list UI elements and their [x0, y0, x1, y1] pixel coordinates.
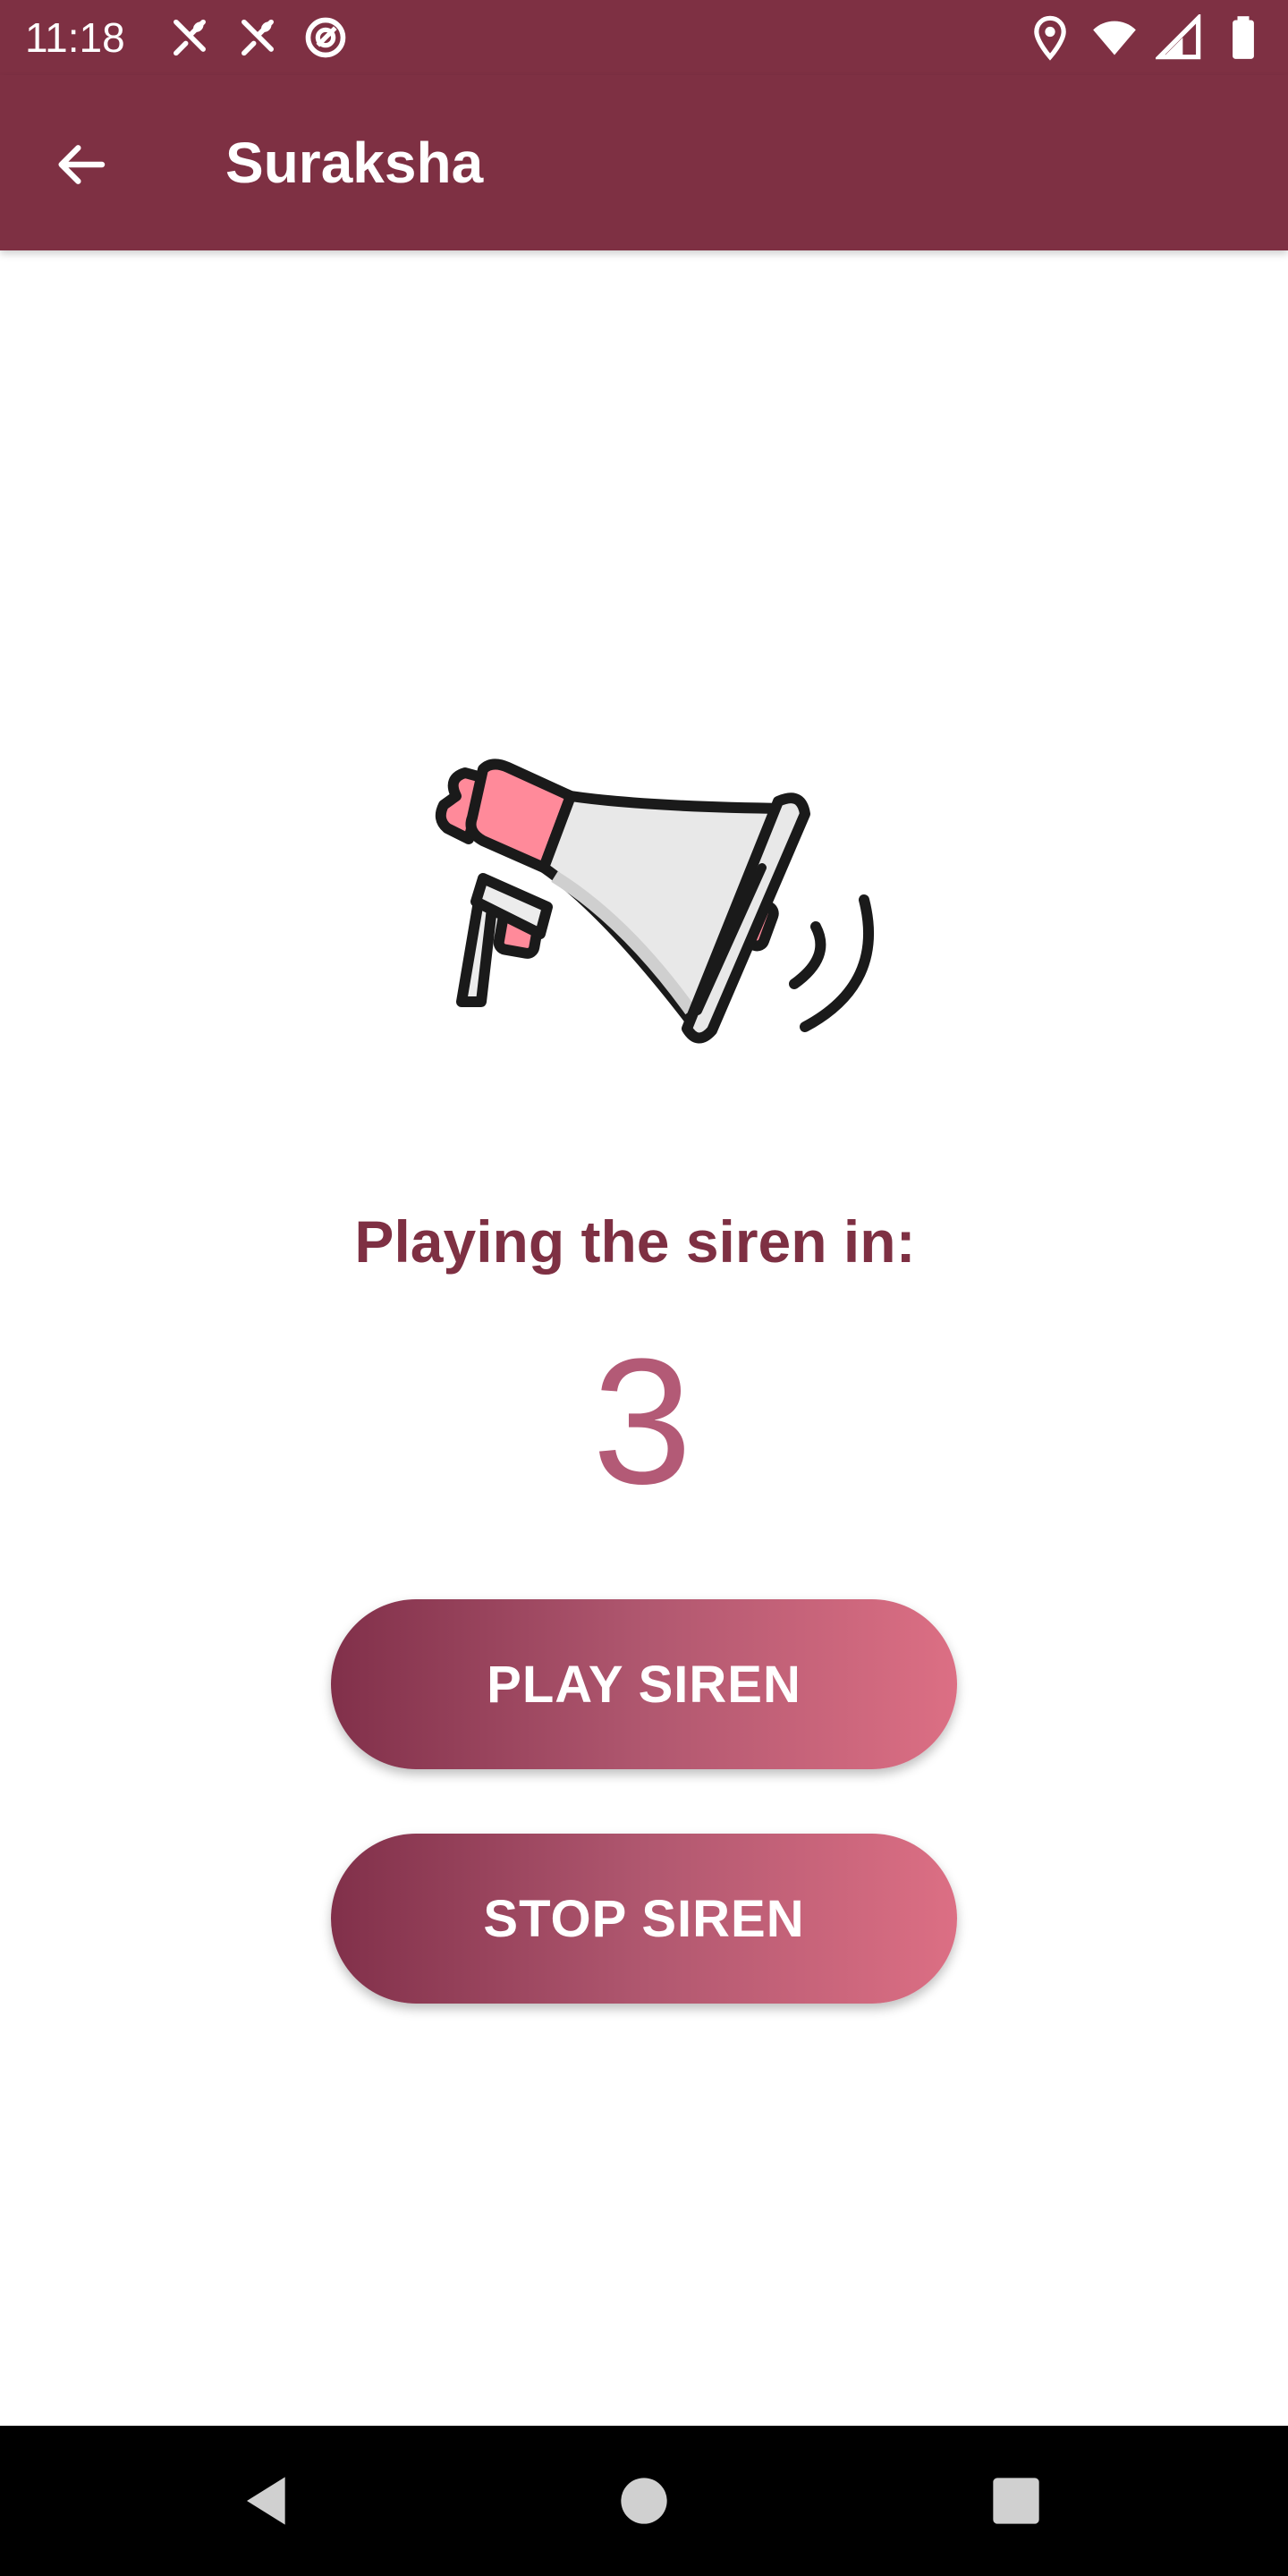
status-system-icons	[1027, 14, 1267, 61]
countdown-label: Playing the siren in:	[354, 1208, 916, 1275]
triangle-back-icon	[247, 2477, 285, 2525]
no-disturb-icon	[305, 17, 346, 58]
status-notification-icons	[166, 14, 349, 61]
restaurant-icon	[174, 19, 206, 56]
stop-siren-button[interactable]: STOP SIREN	[331, 1834, 957, 2004]
wifi-icon	[1093, 21, 1136, 55]
nav-home-button[interactable]	[608, 2465, 680, 2537]
page-title: Suraksha	[225, 131, 484, 195]
back-button[interactable]	[45, 129, 116, 200]
circle-home-icon	[621, 2478, 667, 2524]
app-bar: Suraksha	[0, 75, 1288, 250]
countdown-value: 3	[592, 1322, 692, 1521]
square-recents-icon	[993, 2478, 1039, 2524]
screen: 11:18 Suraksha Playing the siren in: 3 P…	[0, 0, 1288, 2576]
battery-icon	[1233, 16, 1254, 59]
nav-back-button[interactable]	[233, 2465, 304, 2537]
navigation-bar	[0, 2426, 1288, 2576]
status-bar: 11:18	[0, 0, 1288, 75]
arrow-back-icon	[58, 145, 106, 184]
play-siren-button[interactable]: PLAY SIREN	[331, 1599, 957, 1769]
signal-icon	[1156, 14, 1201, 60]
megaphone-icon	[435, 758, 875, 1044]
status-time: 11:18	[25, 14, 125, 61]
nav-recents-button[interactable]	[980, 2465, 1052, 2537]
restaurant-icon	[242, 19, 274, 56]
location-icon	[1034, 15, 1066, 61]
